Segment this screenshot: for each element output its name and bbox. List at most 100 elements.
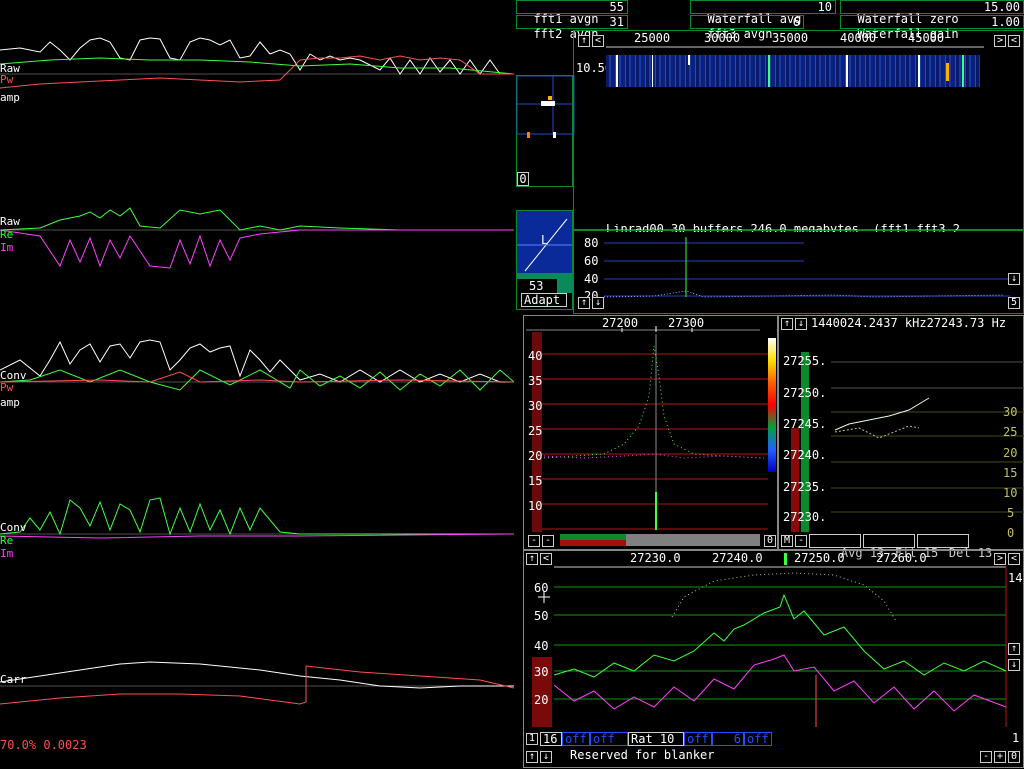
afc-r-25: 25 <box>1003 425 1018 439</box>
off-toggle-2[interactable]: off <box>590 732 628 746</box>
raw-im-trace <box>0 229 514 269</box>
pw-label-2: Pw <box>0 381 14 394</box>
wide-spectrum-panel: 80 60 40 20 ↑ ↓ ↓ 5 <box>573 230 1024 314</box>
num-field[interactable]: 6 <box>712 732 744 746</box>
meter-value: 53 <box>529 279 544 293</box>
bottom-plus-button[interactable]: + <box>994 751 1006 763</box>
bb-minus-button-2[interactable]: - <box>542 535 554 547</box>
afc-r-20: 20 <box>1003 446 1018 460</box>
ws-tick-60: 60 <box>584 254 599 268</box>
bb-y-25: 25 <box>528 424 543 438</box>
wf-tick-25000: 25000 <box>634 31 671 45</box>
afc-r-10: 10 <box>1003 486 1018 500</box>
off-toggle-4[interactable]: off <box>744 732 772 746</box>
bb-slider-track[interactable] <box>626 534 760 546</box>
afc-y-27250: 27250. <box>783 386 827 400</box>
pw-label: Pw <box>0 73 14 86</box>
ws-tick-40: 40 <box>584 272 599 286</box>
ws-right-value[interactable]: 5 <box>1008 297 1020 309</box>
bb-y-10: 10 <box>528 499 543 513</box>
bb-right-value[interactable]: 0 <box>764 535 776 547</box>
bottom-down-button[interactable]: ↓ <box>540 751 552 763</box>
raw-pw-trace <box>0 55 514 89</box>
zoom-value[interactable]: 0 <box>517 172 529 186</box>
bb-y-35: 35 <box>528 374 543 388</box>
adapt-button[interactable]: Adapt <box>521 293 567 307</box>
afc-minus-button[interactable]: - <box>795 535 807 547</box>
bottom-minus-button[interactable]: - <box>980 751 992 763</box>
off-toggle-3[interactable]: off <box>684 732 712 746</box>
param-value: 6 <box>792 15 800 29</box>
afc-del-field[interactable]: Del 13 <box>917 534 992 559</box>
re-label-2: Re <box>0 534 14 547</box>
afc-r-15: 15 <box>1003 466 1018 480</box>
amp-label: amp <box>0 91 20 104</box>
bottom-zero-button[interactable]: 0 <box>1008 751 1020 763</box>
afc-y-27255: 27255. <box>783 354 827 368</box>
afc-y-27230: 27230. <box>783 510 827 524</box>
ws-side-down-button[interactable]: ↓ <box>1008 273 1020 285</box>
afc-r-0: 0 <box>1007 526 1015 540</box>
fft1-avgn-field[interactable]: fft1 avgn 55 <box>516 0 628 25</box>
wf-line <box>946 63 949 81</box>
fft2-avgn-field[interactable]: fft2 avgn 31 <box>516 15 628 40</box>
ms-y-40: 40 <box>534 639 549 653</box>
afc-y-27235: 27235. <box>783 480 827 494</box>
ms-side-down-button[interactable]: ↓ <box>1008 659 1020 671</box>
afc-r-5: 5 <box>1007 506 1015 520</box>
param-value: 10 <box>817 0 832 14</box>
carr-white-trace <box>0 661 514 689</box>
bb-y-20: 20 <box>528 449 543 463</box>
conv-re-trace <box>0 497 514 536</box>
bb-minus-button[interactable]: - <box>528 535 540 547</box>
waterfall-gain-field[interactable]: Waterfall gain 1.00 <box>840 15 1024 40</box>
afc-y-27240: 27240. <box>783 448 827 462</box>
re-label: Re <box>0 228 14 241</box>
afc-m-button[interactable]: M <box>781 535 793 547</box>
raw-label-2: Raw <box>0 215 20 228</box>
blanker-label: Reserved for blanker <box>570 748 715 762</box>
param-value: 1.00 <box>991 15 1020 29</box>
raw-amp-trace <box>0 57 515 75</box>
zoom-scope[interactable]: 0 <box>516 75 575 187</box>
status-readout: 70.0% 0.0023 <box>0 738 87 752</box>
off-toggle-1[interactable]: off <box>562 732 590 746</box>
rat-field[interactable]: Rat 10 <box>628 732 684 746</box>
conv-power-trace <box>0 339 514 383</box>
param-value: 55 <box>609 0 624 14</box>
wf-line <box>768 55 770 87</box>
wf-line <box>652 55 653 87</box>
afc-avg-field[interactable]: Avg 13 <box>809 534 884 559</box>
ws-up-button[interactable]: ↑ <box>578 297 590 309</box>
bb-y-40: 40 <box>528 349 543 363</box>
afc-y-27245: 27245. <box>783 417 827 431</box>
afc-fit-field[interactable]: Fit 15 <box>863 534 938 559</box>
bb-val2-field[interactable]: 16 <box>540 732 562 746</box>
color-scale <box>768 338 776 472</box>
wide-spectrum-plot <box>603 237 1010 298</box>
carr-red-trace <box>0 665 515 705</box>
ms-y-60: 60 <box>534 581 549 595</box>
wf-tick-40000: 40000 <box>840 31 877 45</box>
bb-val1-field[interactable]: 1 <box>526 733 538 745</box>
afc-panel: ↑ ↓ 1440024.2437 kHz27243.73 Hz 27255. 2… <box>778 315 1024 559</box>
baseband-plot <box>526 326 768 530</box>
ms-y-30: 30 <box>534 665 549 679</box>
ws-tick-80: 80 <box>584 236 599 250</box>
waterfall-zero-field[interactable]: Waterfall zero 15.00 <box>840 0 1024 25</box>
main-spectrum-panel: ↑ < > < 27230.0 27240.0 27250.0 27260.0 … <box>523 550 1024 768</box>
ms-side-up-button[interactable]: ↑ <box>1008 643 1020 655</box>
afc-r-30: 30 <box>1003 405 1018 419</box>
fft3-avgn-field[interactable]: fft3 avgn 6 <box>690 15 804 40</box>
ms-y-20: 20 <box>534 693 549 707</box>
im-label-2: Im <box>0 547 14 560</box>
wf-tick-30000: 30000 <box>704 31 741 45</box>
ms-right-bottom: 1 <box>1012 731 1020 745</box>
wf-tick-35000: 35000 <box>772 31 809 45</box>
wf-line <box>918 55 920 87</box>
ws-down-button[interactable]: ↓ <box>592 297 604 309</box>
bottom-up-button[interactable]: ↑ <box>526 751 538 763</box>
waterfall-avg-field[interactable]: Waterfall avg 10 <box>690 0 836 25</box>
raw-power-trace <box>0 37 514 75</box>
param-value: 31 <box>609 15 624 29</box>
